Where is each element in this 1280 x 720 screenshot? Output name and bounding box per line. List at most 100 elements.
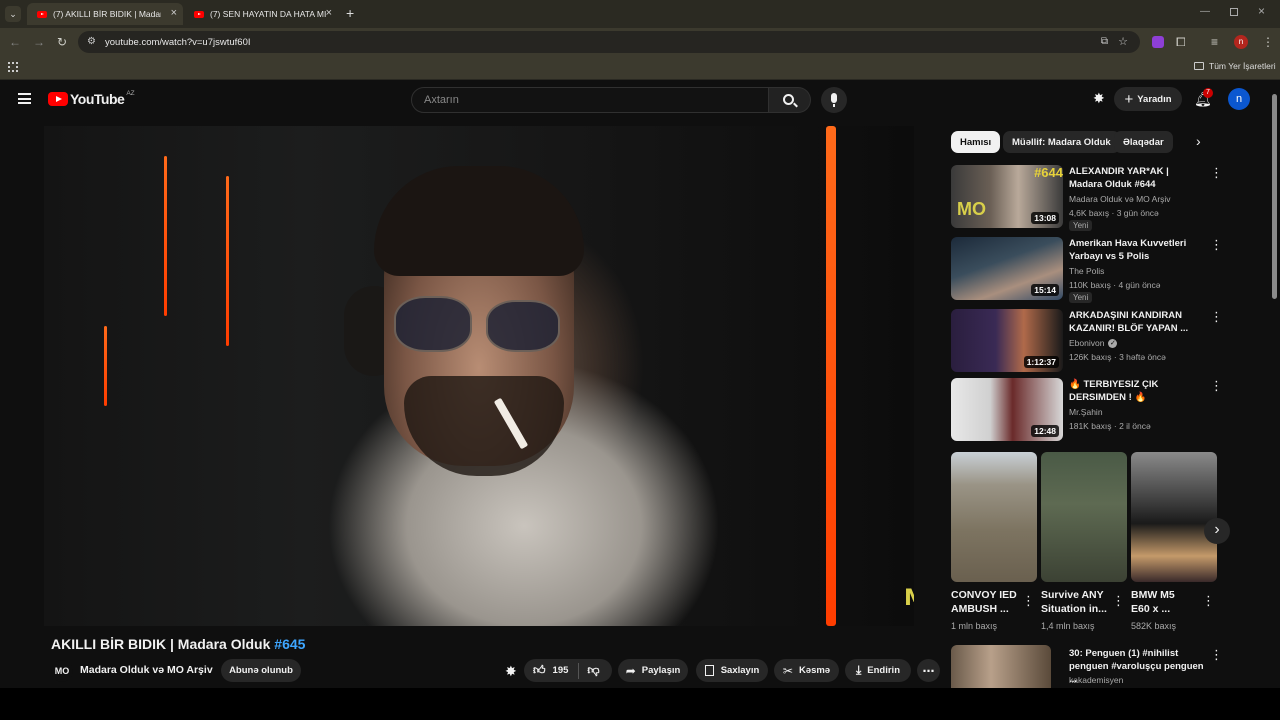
video-thumbnail[interactable]: 15:14 [951, 237, 1063, 300]
like-button[interactable]: 👍︎ 195 [524, 663, 568, 678]
all-bookmarks-button[interactable]: Tüm Yer İşaretleri [1194, 61, 1276, 71]
install-app-icon[interactable]: ⧉ [1101, 36, 1108, 47]
search-button[interactable] [769, 87, 811, 113]
short-thumbnail[interactable] [1131, 452, 1217, 582]
thumbs-down-icon[interactable]: 👎︎ [587, 663, 599, 678]
address-bar[interactable]: ⚙ youtube.com/watch?v=u7jswtuf60I ⧉ ☆ [78, 31, 1140, 53]
youtube-favicon-icon [194, 10, 204, 18]
subscribe-label: Abunə olunub [229, 665, 293, 676]
browser-tab-active[interactable]: (7) AKILLI BİR BIDIK | Madara Olduk × [27, 3, 183, 25]
bookmark-icon [704, 665, 714, 676]
recommendation-title[interactable]: Amerikan Hava Kuvvetleri Yarbayı vs 5 Po… [1069, 237, 1204, 263]
video-thumbnail[interactable]: #644 MO 13:08 [951, 165, 1063, 228]
minimize-icon[interactable]: — [1200, 6, 1210, 17]
search-input[interactable]: Axtarın [411, 87, 769, 113]
maximize-icon[interactable] [1230, 8, 1238, 16]
short-title[interactable]: CONVOY IED AMBUSH ... [951, 588, 1031, 616]
apps-grid-icon[interactable] [8, 62, 18, 72]
search-placeholder: Axtarın [424, 94, 459, 106]
recommendation-channel[interactable]: Ebonivon ✓ [1069, 338, 1118, 348]
notifications-button[interactable]: 🔔︎ 7 [1194, 88, 1213, 109]
recommendation-meta: 126K baxış · 3 həftə öncə [1069, 352, 1166, 362]
sunglasses-shape [394, 296, 564, 356]
forward-arrow-icon[interactable]: → [33, 36, 45, 48]
reading-list-icon[interactable]: ≡ [1211, 36, 1218, 48]
voice-search-button[interactable] [821, 87, 847, 113]
recommendation-title[interactable]: ALEXANDIR YAR*AK | Madara Olduk #644 [1069, 165, 1204, 191]
scrollbar-thumb[interactable] [1272, 94, 1277, 299]
recommendation-menu-icon[interactable]: ⋮ [1210, 379, 1223, 392]
chip-related[interactable]: Əlaqədar [1114, 131, 1173, 153]
short-thumbnail[interactable] [951, 452, 1037, 582]
video-thumbnail[interactable] [951, 645, 1051, 688]
site-info-icon[interactable]: ⚙ [87, 36, 96, 47]
more-actions-button[interactable]: ⋯ [917, 659, 940, 682]
subscribe-button[interactable]: Abunə olunub [221, 659, 301, 682]
profile-avatar[interactable]: n [1234, 35, 1248, 49]
recommendation-channel[interactable]: kakademisyen [1069, 675, 1123, 685]
save-button[interactable]: Saxlayın [696, 659, 768, 682]
recommendation-title[interactable]: 🔥 TERBIYESIZ ÇIK DERSIMDEN ! 🔥 [1069, 378, 1204, 404]
video-thumbnail[interactable]: 1:12:37 [951, 309, 1063, 372]
short-thumbnail[interactable] [1041, 452, 1127, 582]
youtube-logo[interactable]: YouTube AZ [48, 90, 135, 107]
recommendation-menu-icon[interactable]: ⋮ [1210, 166, 1223, 179]
recommendation-menu-icon[interactable]: ⋮ [1210, 238, 1223, 251]
close-window-icon[interactable]: × [1258, 4, 1265, 18]
recommendation-channel[interactable]: Mr.Şahin [1069, 407, 1103, 417]
recommendation-channel[interactable]: Madara Olduk və MO Arşiv [1069, 194, 1171, 204]
browser-tab[interactable]: (7) SEN HAYATIN DA HATA MI OLDUN × [184, 3, 338, 25]
back-arrow-icon[interactable]: ← [9, 36, 21, 48]
browser-menu-icon[interactable]: ⋮ [1262, 36, 1274, 48]
extensions-puzzle-icon[interactable]: ⧠ [1176, 36, 1186, 48]
short-menu-icon[interactable]: ⋮ [1022, 594, 1035, 607]
tab-search-icon[interactable]: ⌄ [5, 6, 21, 22]
download-icon: ⤓ [855, 663, 862, 677]
short-menu-icon[interactable]: ⋮ [1112, 594, 1125, 607]
url-text: youtube.com/watch?v=u7jswtuf60I [105, 36, 251, 48]
all-bookmarks-label: Tüm Yer İşaretleri [1209, 61, 1276, 71]
channel-avatar[interactable]: MO [51, 660, 73, 682]
recommendation-title[interactable]: ARKADAŞINI KANDIRAN KAZANIR! BLÖF YAPAN … [1069, 309, 1204, 335]
video-frame-decoration [164, 156, 167, 316]
bookmark-star-icon[interactable]: ☆ [1118, 35, 1128, 48]
shorts-next-button[interactable]: › [1204, 518, 1230, 544]
extension-icon[interactable] [1152, 36, 1164, 48]
recommendation-menu-icon[interactable]: ⋮ [1210, 648, 1223, 661]
tab-close-icon[interactable]: × [171, 7, 177, 19]
chip-label: Hamısı [960, 136, 992, 148]
account-avatar[interactable]: n [1228, 88, 1250, 110]
chip-all[interactable]: Hamısı [951, 131, 1001, 153]
thumbs-up-icon: 👍︎ [533, 663, 546, 677]
folder-icon [1194, 62, 1204, 70]
channel-name[interactable]: Madara Olduk və MO Arşiv [80, 664, 213, 676]
clip-button[interactable]: ✂ Kəsmə [774, 659, 839, 682]
thumbnail-overlay-text: #644 [1034, 165, 1063, 180]
tab-title: (7) AKILLI BİR BIDIK | Madara Olduk [53, 9, 161, 19]
short-title[interactable]: Survive ANY Situation in... [1041, 588, 1121, 616]
reload-icon[interactable]: ↻ [57, 36, 67, 48]
share-button[interactable]: ➦ Paylaşın [618, 659, 688, 682]
short-title[interactable]: BMW M5 E60 x ... [1131, 588, 1195, 616]
youtube-favicon-icon [37, 10, 47, 18]
create-button[interactable]: + Yaradın [1114, 87, 1182, 111]
hamburger-menu-icon[interactable] [18, 93, 31, 104]
scissors-icon: ✂ [782, 663, 793, 678]
chip-label: Müəllif: Madara Olduk [1012, 136, 1111, 148]
short-menu-icon[interactable]: ⋮ [1202, 594, 1215, 607]
channel-name-text: Ebonivon [1069, 338, 1105, 348]
recommendation-menu-icon[interactable]: ⋮ [1210, 310, 1223, 323]
video-hashtag[interactable]: #645 [274, 636, 305, 652]
video-player[interactable]: MO [44, 126, 914, 626]
video-frame-decoration [826, 126, 836, 626]
chip-author[interactable]: Müəllif: Madara Olduk [1003, 131, 1120, 153]
premium-star-icon[interactable]: ✸ [1093, 90, 1105, 107]
video-thumbnail[interactable]: 12:48 [951, 378, 1063, 441]
download-button[interactable]: ⤓ Endirin [845, 659, 911, 682]
recommendation-meta: 4,6K baxış · 3 gün öncə [1069, 208, 1159, 218]
recommendation-channel[interactable]: The Polis [1069, 266, 1104, 276]
chips-next-chevron-icon[interactable]: › [1196, 133, 1201, 149]
premium-star-icon[interactable]: ✸ [505, 663, 517, 680]
new-tab-button[interactable]: + [346, 5, 354, 21]
tab-close-icon[interactable]: × [326, 7, 332, 19]
